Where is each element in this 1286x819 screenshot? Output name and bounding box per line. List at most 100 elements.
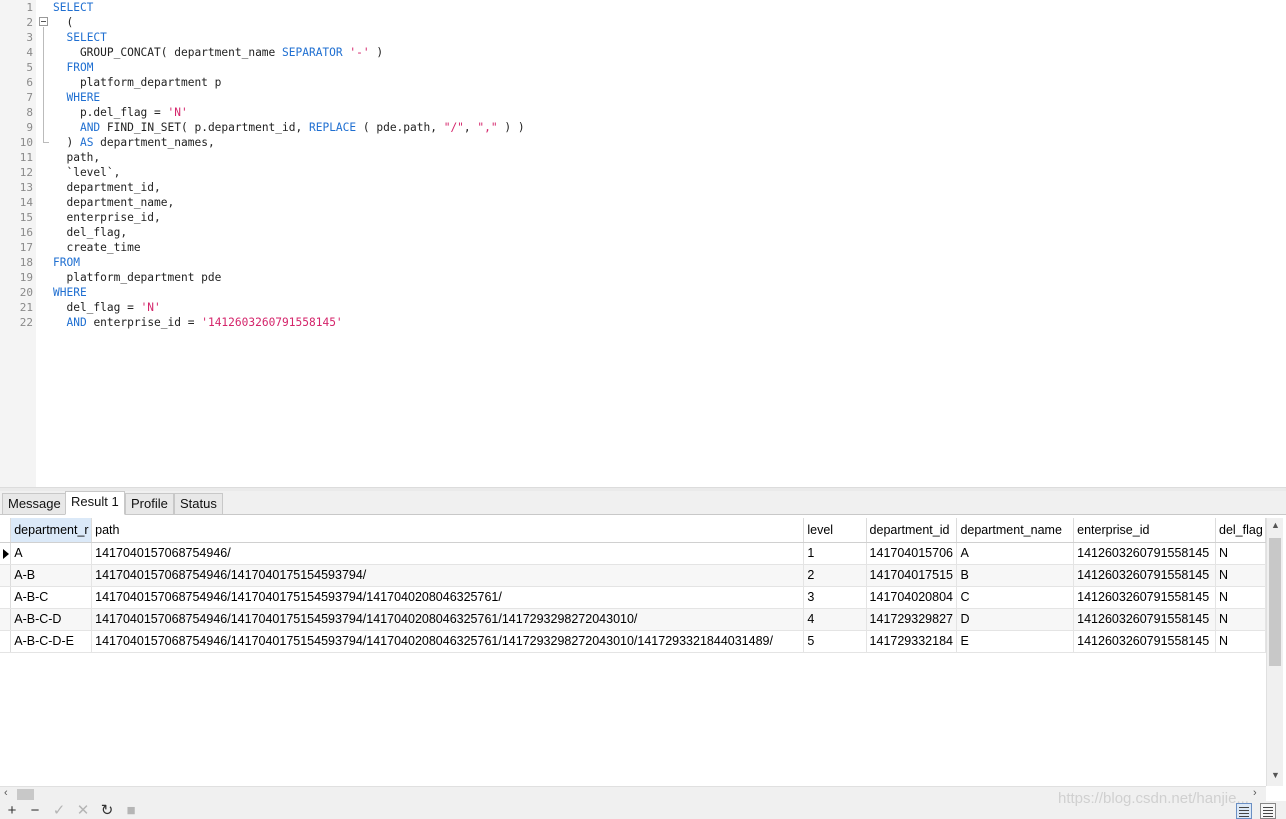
- column-header-enterprise-id[interactable]: enterprise_id: [1073, 518, 1216, 543]
- row-indicator[interactable]: [0, 542, 12, 565]
- table-cell[interactable]: 3: [803, 586, 867, 609]
- vertical-scrollbar[interactable]: ▲ ▼: [1266, 518, 1283, 786]
- discard-icon[interactable]: ✕: [73, 801, 93, 819]
- code-line[interactable]: SELECT: [53, 30, 106, 45]
- code-line[interactable]: platform_department pde: [53, 270, 221, 285]
- row-indicator[interactable]: [0, 630, 12, 653]
- table-cell[interactable]: 1412603260791558145: [1073, 542, 1216, 565]
- column-header-del-flag[interactable]: del_flag: [1215, 518, 1266, 543]
- table-cell[interactable]: A-B-C-D-E: [10, 630, 93, 653]
- column-header-department-names[interactable]: department_r: [10, 518, 93, 543]
- remove-icon[interactable]: −: [25, 801, 45, 819]
- code-line[interactable]: FROM: [53, 255, 80, 270]
- table-cell[interactable]: E: [956, 630, 1075, 653]
- table-cell[interactable]: N: [1215, 542, 1266, 565]
- code-line[interactable]: `level`,: [53, 165, 120, 180]
- table-cell[interactable]: N: [1215, 586, 1266, 609]
- code-line[interactable]: AND enterprise_id = '1412603260791558145…: [53, 315, 342, 330]
- table-cell[interactable]: A: [10, 542, 93, 565]
- table-cell[interactable]: 1417040157068754946/: [91, 542, 805, 565]
- table-cell[interactable]: 141704015706: [866, 542, 958, 565]
- code-line[interactable]: SELECT: [53, 0, 93, 15]
- table-cell[interactable]: A: [956, 542, 1075, 565]
- table-cell[interactable]: D: [956, 608, 1075, 631]
- table-row[interactable]: A-B-C-D 1417040157068754946/141704017515…: [0, 608, 1266, 631]
- code-line[interactable]: department_name,: [53, 195, 174, 210]
- code-line[interactable]: p.del_flag = 'N': [53, 105, 188, 120]
- code-line[interactable]: GROUP_CONCAT( department_name SEPARATOR …: [53, 45, 383, 60]
- column-header-path[interactable]: path: [91, 518, 805, 543]
- table-cell[interactable]: 1412603260791558145: [1073, 608, 1216, 631]
- table-cell[interactable]: A-B-C: [10, 586, 93, 609]
- table-cell[interactable]: N: [1215, 564, 1266, 587]
- tab-result-1[interactable]: Result 1: [65, 491, 125, 515]
- table-cell[interactable]: 1417040157068754946/1417040175154593794/…: [91, 608, 805, 631]
- code-line[interactable]: del_flag,: [53, 225, 127, 240]
- table-cell[interactable]: 1417040157068754946/1417040175154593794/: [91, 564, 805, 587]
- column-header-department-id[interactable]: department_id: [866, 518, 958, 543]
- stop-icon[interactable]: ■: [121, 801, 141, 819]
- horizontal-scroll-thumb[interactable]: [17, 789, 34, 800]
- table-cell[interactable]: 1412603260791558145: [1073, 630, 1216, 653]
- tab-message[interactable]: Message: [2, 493, 67, 515]
- table-cell[interactable]: 5: [803, 630, 867, 653]
- code-line[interactable]: create_time: [53, 240, 140, 255]
- table-row[interactable]: A-B-C 1417040157068754946/14170401751545…: [0, 586, 1266, 609]
- refresh-icon[interactable]: ↻: [97, 801, 117, 819]
- code-line[interactable]: WHERE: [53, 285, 87, 300]
- code-line[interactable]: enterprise_id,: [53, 210, 160, 225]
- code-line[interactable]: AND FIND_IN_SET( p.department_id, REPLAC…: [53, 120, 525, 135]
- column-header-level[interactable]: level: [803, 518, 867, 543]
- code-line[interactable]: (: [53, 15, 73, 30]
- code-line[interactable]: ) AS department_names,: [53, 135, 214, 150]
- table-row[interactable]: A-B-C-D-E 1417040157068754946/1417040175…: [0, 630, 1266, 653]
- row-indicator[interactable]: [0, 608, 12, 631]
- tab-profile[interactable]: Profile: [125, 493, 174, 515]
- column-header-department-name[interactable]: department_name: [956, 518, 1075, 543]
- table-cell[interactable]: 1412603260791558145: [1073, 564, 1216, 587]
- code-line[interactable]: platform_department p: [53, 75, 221, 90]
- code-line[interactable]: path,: [53, 150, 100, 165]
- table-cell[interactable]: N: [1215, 608, 1266, 631]
- table-cell[interactable]: 4: [803, 608, 867, 631]
- table-cell[interactable]: C: [956, 586, 1075, 609]
- sql-keyword: SEPARATOR: [282, 46, 343, 59]
- vertical-scroll-thumb[interactable]: [1269, 538, 1281, 666]
- grid-view-icon[interactable]: [1236, 803, 1252, 819]
- header-row: department_r path level department_id de…: [0, 518, 1266, 543]
- table-cell[interactable]: 1: [803, 542, 867, 565]
- table-cell[interactable]: B: [956, 564, 1075, 587]
- scroll-right-icon[interactable]: ›: [1253, 787, 1257, 799]
- apply-icon[interactable]: ✓: [49, 801, 69, 819]
- table-cell[interactable]: 141729329827: [866, 608, 958, 631]
- result-grid[interactable]: department_r path level department_id de…: [0, 518, 1266, 786]
- sql-editor[interactable]: 1 2 3 4 5 6 7 8 9 10 11 12 13 14 15 16 17 18 19 20 21 22 SELE…: [0, 0, 1286, 487]
- table-cell[interactable]: A-B: [10, 564, 93, 587]
- code-line[interactable]: del_flag = 'N': [53, 300, 160, 315]
- scroll-up-icon[interactable]: ▲: [1271, 520, 1280, 530]
- code-line[interactable]: department_id,: [53, 180, 160, 195]
- table-cell[interactable]: 2: [803, 564, 867, 587]
- table-cell[interactable]: 1412603260791558145: [1073, 586, 1216, 609]
- fold-toggle-icon[interactable]: [39, 17, 48, 26]
- table-cell[interactable]: 141704017515: [866, 564, 958, 587]
- row-indicator[interactable]: [0, 586, 12, 609]
- scroll-down-icon[interactable]: ▼: [1271, 770, 1280, 780]
- table-cell[interactable]: N: [1215, 630, 1266, 653]
- scroll-left-icon[interactable]: ‹: [4, 787, 8, 799]
- code-line[interactable]: WHERE: [53, 90, 100, 105]
- table-cell[interactable]: A-B-C-D: [10, 608, 93, 631]
- form-view-icon[interactable]: [1260, 803, 1276, 819]
- code-line[interactable]: FROM: [53, 60, 93, 75]
- table-cell[interactable]: 1417040157068754946/1417040175154593794/…: [91, 586, 805, 609]
- tab-status[interactable]: Status: [174, 493, 223, 515]
- add-icon[interactable]: +: [2, 801, 22, 819]
- table-cell[interactable]: 141704020804: [866, 586, 958, 609]
- table-cell[interactable]: 141729332184: [866, 630, 958, 653]
- table-row[interactable]: A-B 1417040157068754946/1417040175154593…: [0, 564, 1266, 587]
- table-row[interactable]: A 1417040157068754946/ 1 141704015706 A …: [0, 542, 1266, 565]
- row-indicator[interactable]: [0, 564, 12, 587]
- table-cell[interactable]: 1417040157068754946/1417040175154593794/…: [91, 630, 805, 653]
- sql-keyword: WHERE: [53, 286, 87, 299]
